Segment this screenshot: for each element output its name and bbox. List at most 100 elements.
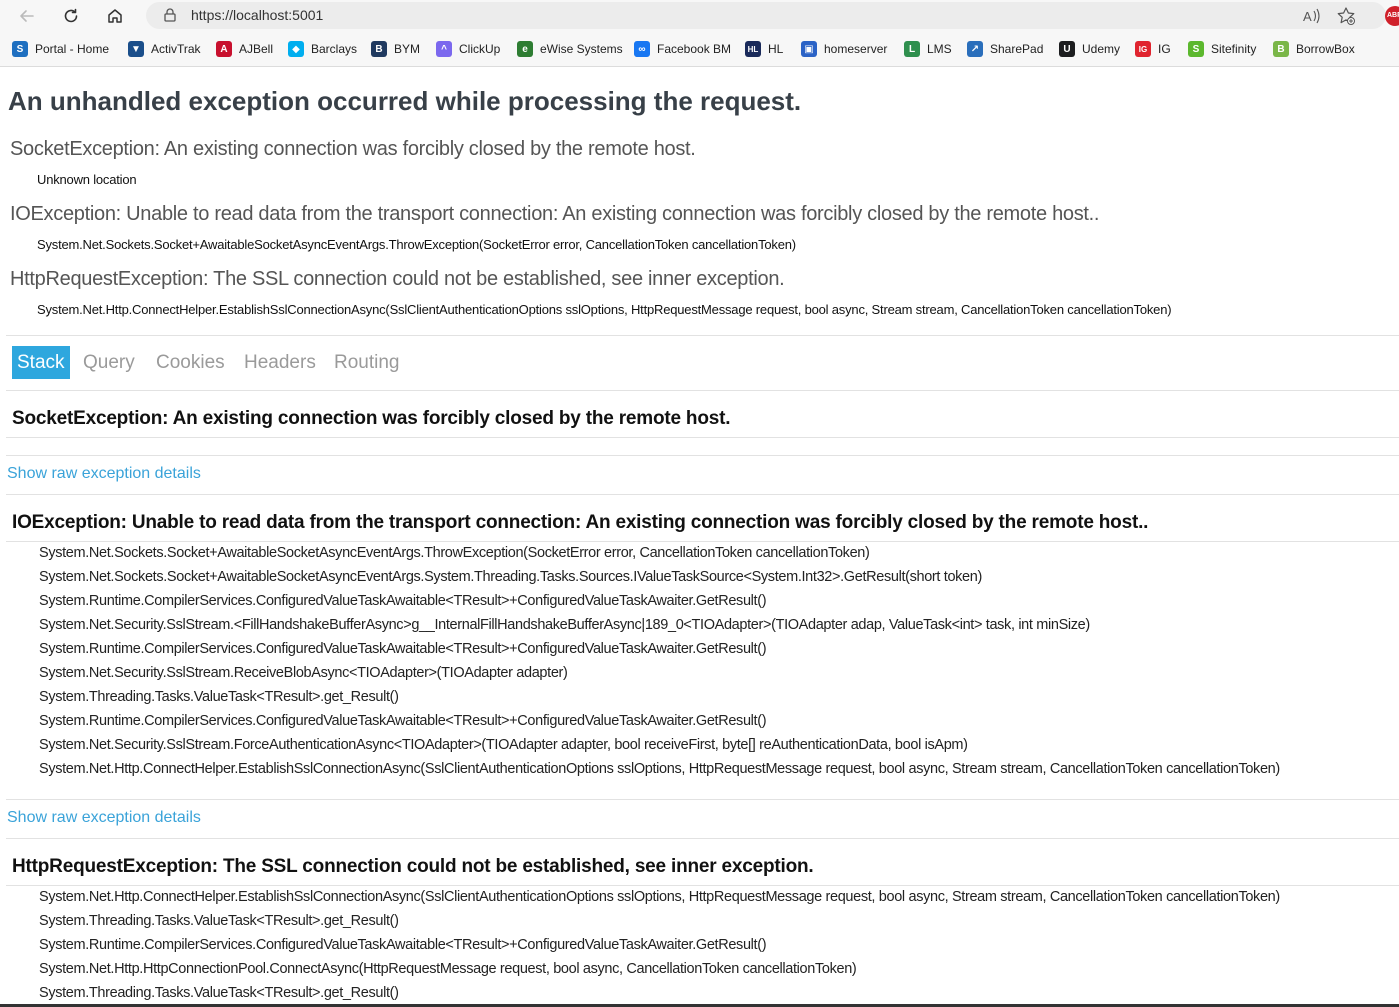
summary-location-http: System.Net.Http.ConnectHelper.EstablishS…: [37, 302, 1172, 317]
adblock-extension-icon[interactable]: ABP: [1385, 6, 1399, 26]
home-button[interactable]: [102, 3, 128, 29]
divider: [6, 437, 1399, 438]
bookmark-item[interactable]: L LMS: [904, 39, 952, 59]
bookmark-label: Sitefinity: [1211, 42, 1257, 56]
stack-frame[interactable]: System.Threading.Tasks.ValueTask<TResult…: [39, 985, 399, 1001]
bookmark-label: HL: [768, 42, 784, 56]
exception-heading-socket: SocketException: An existing connection …: [12, 408, 731, 429]
meta-icon: ∞: [634, 41, 650, 57]
bookmark-label: LMS: [927, 42, 952, 56]
tab-routing[interactable]: Routing: [334, 346, 400, 379]
bookmark-item[interactable]: U Udemy: [1059, 39, 1120, 59]
bookmark-item[interactable]: B BYM: [371, 39, 420, 59]
divider: [6, 335, 1399, 336]
read-aloud-icon[interactable]: A: [1302, 6, 1322, 26]
browser-toolbar: https://localhost:5001 A ABP: [0, 0, 1399, 32]
stack-frame[interactable]: System.Runtime.CompilerServices.Configur…: [39, 593, 767, 609]
bym-icon: B: [371, 41, 387, 57]
ig-icon: IG: [1135, 41, 1151, 57]
arrow-left-icon: [20, 10, 34, 22]
bookmark-label: BorrowBox: [1296, 42, 1355, 56]
browser-chrome: https://localhost:5001 A ABP S Portal - H…: [0, 0, 1399, 67]
divider: [6, 838, 1399, 839]
tab-query[interactable]: Query: [83, 346, 135, 379]
bookmark-label: SharePad: [990, 42, 1044, 56]
ewise-icon: e: [517, 41, 533, 57]
lms-icon: L: [904, 41, 920, 57]
bookmark-label: Udemy: [1082, 42, 1121, 56]
lock-icon: [164, 8, 176, 22]
url-text: https://localhost:5001: [191, 7, 324, 23]
bookmark-label: ClickUp: [459, 42, 501, 56]
stack-frame[interactable]: System.Runtime.CompilerServices.Configur…: [39, 937, 767, 953]
bookmark-item[interactable]: ∞ Facebook BM: [634, 39, 731, 59]
stack-frame[interactable]: System.Runtime.CompilerServices.Configur…: [39, 641, 767, 657]
exception-heading-http: HttpRequestException: The SSL connection…: [12, 856, 814, 877]
bookmark-item[interactable]: ▼ ActivTrak: [128, 39, 201, 59]
tab-stack[interactable]: Stack: [12, 346, 70, 379]
stack-frame[interactable]: System.Net.Sockets.Socket+AwaitableSocke…: [39, 569, 982, 585]
clickup-icon: ^: [436, 41, 452, 57]
page-title: An unhandled exception occurred while pr…: [8, 86, 802, 116]
summary-title-io: IOException: Unable to read data from th…: [10, 203, 1100, 225]
stack-frame[interactable]: System.Net.Http.HttpConnectionPool.Conne…: [39, 961, 857, 977]
bookmark-label: Facebook BM: [657, 42, 732, 56]
bookmark-item[interactable]: S Sitefinity: [1188, 39, 1256, 59]
divider: [6, 799, 1399, 800]
divider: [6, 494, 1399, 495]
bookmark-item[interactable]: ▣ homeserver: [801, 39, 887, 59]
borrowbox-icon: B: [1273, 41, 1289, 57]
bookmark-label: Barclays: [311, 42, 358, 56]
show-raw-exception-link[interactable]: Show raw exception details: [7, 809, 201, 827]
bookmark-label: AJBell: [239, 42, 274, 56]
refresh-button[interactable]: [58, 3, 84, 29]
exception-heading-io: IOException: Unable to read data from th…: [12, 512, 1149, 533]
stack-frame[interactable]: System.Net.Http.ConnectHelper.EstablishS…: [39, 889, 1280, 905]
summary-title-http: HttpRequestException: The SSL connection…: [10, 268, 785, 290]
error-page: An unhandled exception occurred while pr…: [0, 67, 1399, 1007]
stack-frame[interactable]: System.Net.Security.SslStream.ForceAuthe…: [39, 737, 968, 753]
stack-frame[interactable]: System.Net.Sockets.Socket+AwaitableSocke…: [39, 545, 870, 561]
bookmark-item[interactable]: ^ ClickUp: [436, 39, 500, 59]
ajbell-icon: A: [216, 41, 232, 57]
bookmark-label: BYM: [394, 42, 421, 56]
bookmark-label: eWise Systems: [540, 42, 623, 56]
stack-frame[interactable]: System.Runtime.CompilerServices.Configur…: [39, 713, 767, 729]
home-icon: [108, 9, 122, 23]
bookmark-item[interactable]: HL HL: [745, 39, 783, 59]
tab-headers[interactable]: Headers: [244, 346, 316, 379]
sitefinity-icon: S: [1188, 41, 1204, 57]
refresh-icon: [64, 8, 78, 23]
bookmark-item[interactable]: A AJBell: [216, 39, 273, 59]
add-favorite-icon[interactable]: [1336, 6, 1356, 26]
stack-frame[interactable]: System.Net.Security.SslStream.ReceiveBlo…: [39, 665, 568, 681]
bookmark-item[interactable]: B BorrowBox: [1273, 39, 1355, 59]
bookmark-label: ActivTrak: [151, 42, 201, 56]
bookmark-item[interactable]: ◆ Barclays: [288, 39, 357, 59]
s-icon: S: [12, 41, 28, 57]
show-raw-exception-link[interactable]: Show raw exception details: [7, 465, 201, 483]
bookmark-label: homeserver: [824, 42, 888, 56]
divider: [6, 541, 1399, 542]
hl-icon: HL: [745, 41, 761, 57]
barclays-icon: ◆: [288, 41, 304, 57]
bookmark-label: IG: [1158, 42, 1171, 56]
divider: [6, 885, 1399, 886]
divider: [6, 390, 1399, 391]
svg-text:A: A: [1303, 9, 1312, 24]
summary-location-socket: Unknown location: [37, 172, 137, 187]
stack-frame[interactable]: System.Threading.Tasks.ValueTask<TResult…: [39, 689, 399, 705]
back-button[interactable]: [14, 3, 40, 29]
stack-frame[interactable]: System.Threading.Tasks.ValueTask<TResult…: [39, 913, 399, 929]
bookmark-item[interactable]: ↗ SharePad: [967, 39, 1043, 59]
udemy-icon: U: [1059, 41, 1075, 57]
bookmark-item[interactable]: e eWise Systems: [517, 39, 623, 59]
divider: [6, 455, 1399, 456]
bookmark-item[interactable]: S Portal - Home: [12, 39, 109, 59]
bookmark-item[interactable]: IG IG: [1135, 39, 1171, 59]
tab-cookies[interactable]: Cookies: [156, 346, 225, 379]
address-bar[interactable]: https://localhost:5001 A: [146, 2, 1386, 29]
stack-frame[interactable]: System.Net.Security.SslStream.<FillHands…: [39, 617, 1090, 633]
stack-frame[interactable]: System.Net.Http.ConnectHelper.EstablishS…: [39, 761, 1280, 777]
activtrak-icon: ▼: [128, 41, 144, 57]
